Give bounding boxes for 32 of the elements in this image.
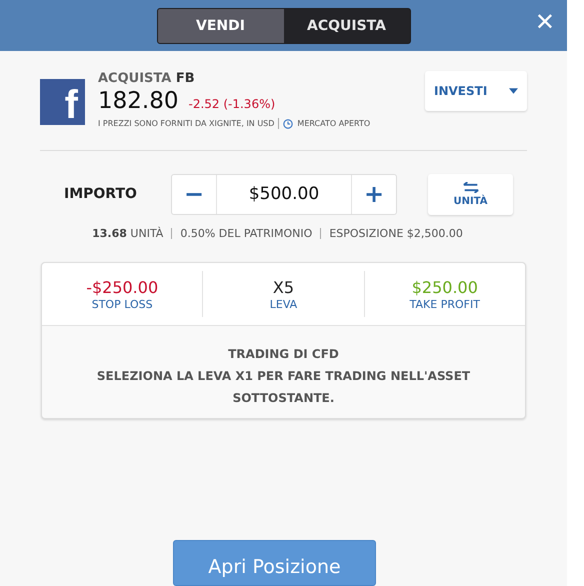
amount-label: IMPORTO: [64, 186, 138, 202]
setting-value: -$250.00: [86, 278, 158, 298]
amount-field[interactable]: $500.00: [216, 174, 352, 214]
close-button[interactable]: ✕: [532, 8, 557, 36]
setting-button[interactable]: -$250.00 STOP LOSS: [42, 271, 204, 318]
setting-label: STOP LOSS: [92, 298, 153, 311]
notice-text: SELEZIONA LA LEVA X1 PER FARE TRADING NELL'ASSET SOTTOSTANTE.: [96, 368, 472, 408]
setting-label: TAKE PROFIT: [410, 298, 480, 311]
market-status: MERCATO APERTO: [297, 119, 370, 128]
plus-button[interactable]: +: [352, 174, 396, 214]
equity-info: 0.50% DEL PATRIMONIO: [180, 227, 312, 240]
invest-dropdown[interactable]: INVESTI: [425, 71, 527, 111]
setting-value: $250.00: [412, 278, 478, 298]
caret-icon: [509, 88, 518, 94]
notice-title: TRADING DI CFD: [228, 346, 339, 364]
price: 182.80: [98, 87, 178, 115]
price-change: -2.52 (-1.36%): [188, 96, 276, 113]
open-position-button[interactable]: Apri Posizione: [173, 540, 376, 586]
minus-button[interactable]: −: [172, 174, 216, 214]
clock-icon: [283, 118, 294, 128]
setting-button[interactable]: X5 LEVA: [203, 271, 365, 318]
instrument-title: ACQUISTA FB: [98, 71, 196, 87]
price-source: I PREZZI SONO FORNITI DA XIGNITE, IN USD: [98, 119, 274, 128]
units-info: 13.68 UNITÀ: [92, 227, 164, 240]
side-tab[interactable]: VENDI: [158, 9, 284, 43]
exposure-info: ESPOSIZIONE $2,500.00: [329, 227, 463, 240]
swap-icon: [462, 182, 480, 193]
setting-value: X5: [272, 278, 294, 298]
units-button[interactable]: UNITÀ: [428, 174, 513, 215]
setting-button[interactable]: $250.00 TAKE PROFIT: [364, 271, 525, 318]
setting-label: LEVA: [270, 298, 298, 311]
logo-icon: f: [40, 79, 85, 125]
